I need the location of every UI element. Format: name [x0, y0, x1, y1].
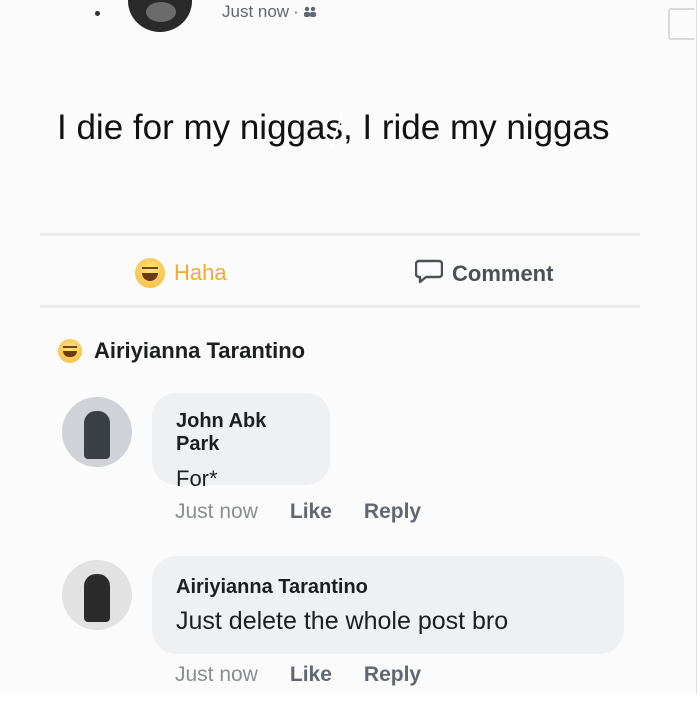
comment-actions: Just now Like Reply — [175, 663, 421, 687]
commenter-avatar[interactable] — [62, 397, 132, 467]
commenter-avatar[interactable] — [62, 560, 132, 630]
comment-author[interactable]: Airiyianna Tarantino — [176, 576, 600, 599]
comment-text: Just delete the whole post bro — [176, 607, 509, 635]
post-card: Just now · I die for my niggas, I ride m… — [0, 0, 697, 694]
reactor-row[interactable]: Airiyianna Tarantino — [58, 338, 305, 364]
comment-bubble: Airiyianna Tarantino Just delete the who… — [152, 556, 624, 654]
reaction-label: Haha — [174, 260, 227, 285]
haha-emoji-icon — [135, 258, 165, 288]
poster-avatar[interactable] — [128, 0, 192, 32]
actions-divider-bottom — [40, 305, 640, 308]
comment-bubble-icon — [414, 258, 444, 290]
comment-button[interactable]: Comment — [414, 258, 554, 290]
reply-link[interactable]: Reply — [364, 500, 421, 524]
avatar-figure — [84, 411, 110, 459]
like-link[interactable]: Like — [290, 663, 332, 687]
comment-bubble: John Abk Park For* — [152, 393, 330, 491]
reactor-name: Airiyianna Tarantino — [94, 338, 306, 363]
friends-icon — [303, 6, 317, 18]
reply-link[interactable]: Reply — [364, 663, 421, 687]
post-timestamp[interactable]: Just now — [222, 2, 289, 22]
avatar-figure — [84, 574, 110, 622]
comment-text: For* — [176, 466, 218, 491]
overflow-dot — [95, 11, 100, 16]
comment-timestamp[interactable]: Just now — [175, 663, 258, 687]
comment-actions: Just now Like Reply — [175, 500, 421, 524]
scroll-edge — [668, 8, 694, 40]
post-meta: Just now · — [222, 2, 317, 22]
meta-separator: · — [293, 2, 299, 21]
comment-label: Comment — [452, 261, 554, 286]
comment-author[interactable]: John Abk Park — [176, 410, 306, 456]
actions-divider-top — [40, 233, 640, 236]
comment-timestamp[interactable]: Just now — [175, 500, 258, 524]
like-link[interactable]: Like — [290, 500, 332, 524]
haha-emoji-icon — [58, 339, 82, 363]
post-body-text: I die for my niggas, I ride my niggas — [57, 108, 610, 147]
haha-reaction-button[interactable]: Haha — [135, 258, 227, 288]
